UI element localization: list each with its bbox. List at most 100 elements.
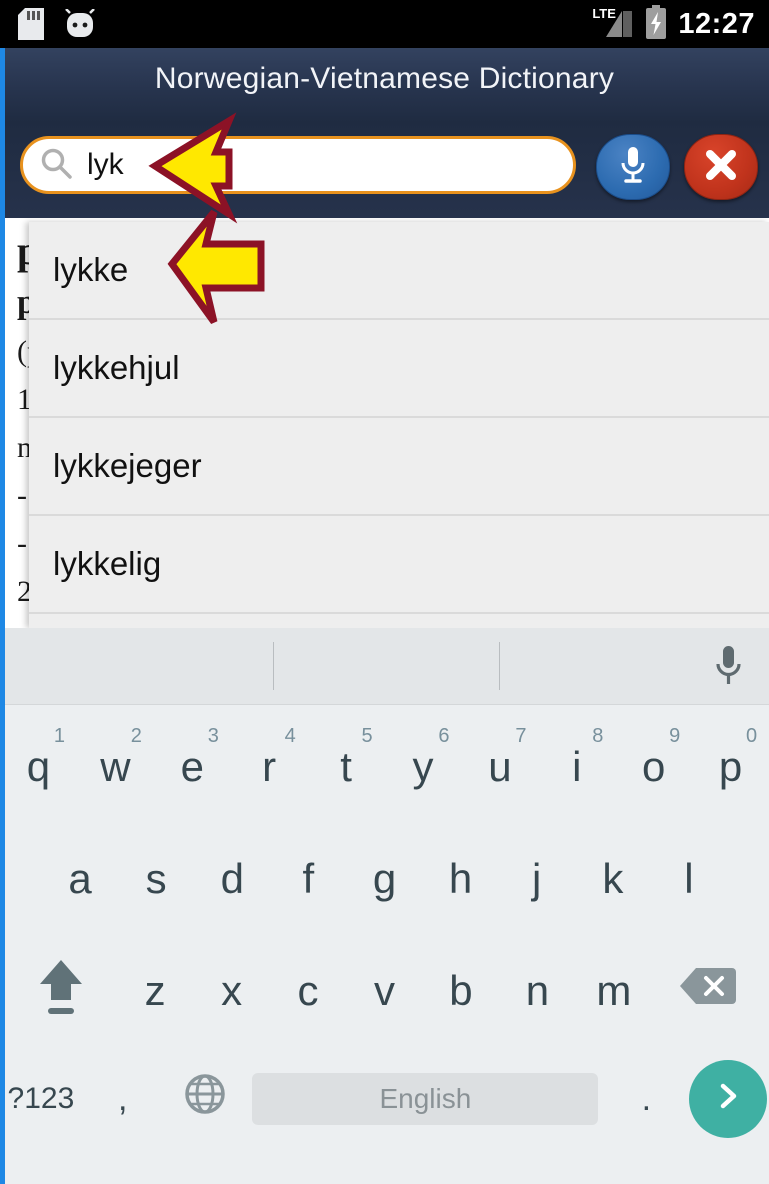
suggestion-item-partial[interactable] [29,614,769,628]
key-label: o [642,743,666,790]
key-x[interactable]: x [193,935,269,1047]
enter-key[interactable] [687,1043,769,1155]
key-u[interactable]: 7u [461,711,538,823]
suggestion-item-lykkejeger[interactable]: lykkejeger [29,418,769,516]
space-key[interactable]: English [245,1043,605,1155]
globe-icon [182,1071,228,1127]
backspace-key[interactable] [652,935,763,1047]
key-m[interactable]: m [576,935,652,1047]
status-bar-left-icons [18,8,96,45]
key-number-hint: 4 [284,725,296,747]
key-number-hint: 6 [438,725,450,747]
key-c[interactable]: c [270,935,346,1047]
key-label: v [374,967,396,1014]
onscreen-keyboard[interactable]: 1q 2w 3e 4r 5t 6y 7u 8i 9o 0p a s d f g … [0,628,769,1184]
key-a[interactable]: a [42,823,118,935]
key-label: t [340,743,352,790]
app-title-bar: Norwegian-Vietnamese Dictionary [0,48,769,122]
key-w[interactable]: 2w [77,711,154,823]
key-label: r [262,743,277,790]
keyboard-voice-input-button[interactable] [711,642,745,693]
key-f[interactable]: f [270,823,346,935]
search-suggestions-list[interactable]: lykke lykkehjul lykkejeger lykkelig [29,222,769,628]
symbols-key[interactable]: ?123 [0,1043,82,1155]
key-label: d [220,855,244,902]
key-label: k [602,855,624,902]
suggestion-label: lykkehjul [53,349,180,386]
keyboard-row-3: z x c v b n m [0,935,769,1047]
key-label: ?123 [7,1082,75,1115]
android-head-icon [64,8,96,44]
key-o[interactable]: 9o [615,711,692,823]
comma-key[interactable]: , [82,1043,164,1155]
app-screen: p p (p 1 n - - 2 lykke lykkehjul lykkeje… [0,0,769,1184]
key-label: c [297,967,319,1014]
page-title: Norwegian-Vietnamese Dictionary [154,62,615,95]
keyboard-row-2: a s d f g h j k l [0,823,769,935]
key-i[interactable]: 8i [538,711,615,823]
system-status-bar: LTE 12:27 [0,0,769,48]
key-q[interactable]: 1q [0,711,77,823]
key-s[interactable]: s [118,823,194,935]
key-g[interactable]: g [346,823,422,935]
suggestion-item-lykke[interactable]: lykke [29,222,769,320]
microphone-icon [711,646,745,692]
key-b[interactable]: b [423,935,499,1047]
key-e[interactable]: 3e [154,711,231,823]
sd-card-icon [18,8,44,45]
status-bar-right-icons: LTE 12:27 [592,4,755,44]
suggestion-divider [273,642,274,690]
voice-search-button[interactable] [596,134,670,200]
space-key-label: English [379,1083,472,1114]
shift-key[interactable] [6,935,117,1047]
key-r[interactable]: 4r [231,711,308,823]
key-label: j [532,855,542,902]
close-icon [703,147,739,188]
key-h[interactable]: h [423,823,499,935]
key-v[interactable]: v [346,935,422,1047]
key-label: u [488,743,512,790]
key-label: z [144,967,166,1014]
key-number-hint: 5 [361,725,373,747]
key-label: g [372,855,397,902]
search-input[interactable]: lyk [20,136,576,194]
key-label: e [180,743,204,790]
key-label: a [68,855,92,902]
key-label: s [145,855,167,902]
left-edge-accent [0,48,5,1184]
enter-button-circle [689,1060,768,1138]
suggestion-label: lykkelig [53,545,162,582]
shift-icon [34,954,88,1028]
key-label: p [718,743,743,790]
key-k[interactable]: k [575,823,651,935]
key-z[interactable]: z [117,935,193,1047]
language-switch-key[interactable] [164,1043,246,1155]
key-number-hint: 8 [592,725,604,747]
key-y[interactable]: 6y [385,711,462,823]
key-d[interactable]: d [194,823,270,935]
suggestion-label: lykke [53,251,129,288]
backspace-icon [678,964,738,1018]
key-l[interactable]: l [651,823,727,935]
key-j[interactable]: j [499,823,575,935]
battery-charging-icon [644,4,668,44]
suggestion-item-lykkelig[interactable]: lykkelig [29,516,769,614]
search-bar-container: lyk [0,122,769,218]
key-label: x [221,967,243,1014]
keyboard-row-1: 1q 2w 3e 4r 5t 6y 7u 8i 9o 0p [0,711,769,823]
key-label: n [525,967,550,1014]
period-key[interactable]: . [605,1043,687,1155]
key-label: q [26,743,51,790]
key-label: l [684,855,694,902]
key-label: w [100,743,131,790]
key-t[interactable]: 5t [308,711,385,823]
keyboard-rows: 1q 2w 3e 4r 5t 6y 7u 8i 9o 0p a s d f g … [0,705,769,1151]
clear-search-button[interactable] [684,134,758,200]
suggestion-item-lykkehjul[interactable]: lykkehjul [29,320,769,418]
keyboard-suggestion-bar[interactable] [0,628,769,705]
key-p[interactable]: 0p [692,711,769,823]
key-number-hint: 1 [53,725,66,747]
key-n[interactable]: n [499,935,575,1047]
key-label: m [596,967,632,1014]
key-label: f [302,855,315,902]
